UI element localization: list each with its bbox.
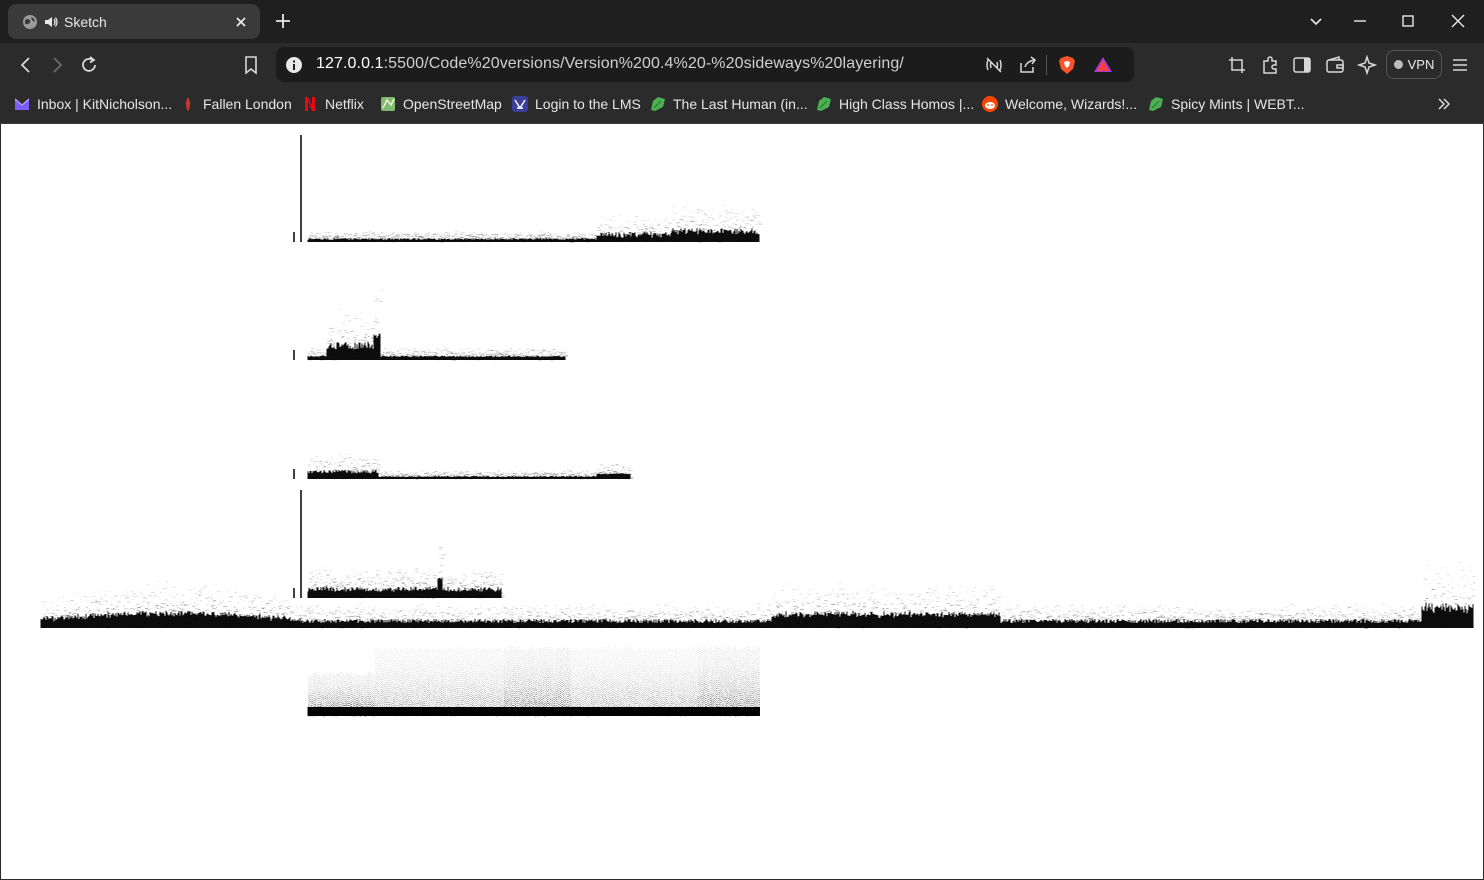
bookmark-label: The Last Human (in... xyxy=(673,96,808,112)
extensions-icon[interactable] xyxy=(1260,55,1280,75)
vpn-button[interactable]: VPN xyxy=(1386,50,1442,79)
leo-ai-icon[interactable] xyxy=(1357,55,1377,75)
bookmark-label: Spicy Mints | WEBT... xyxy=(1171,96,1305,112)
share-icon[interactable] xyxy=(1018,55,1038,75)
bookmark-the-last-human[interactable]: The Last Human (in... xyxy=(650,94,808,114)
chevron-double-right-icon[interactable] xyxy=(1436,96,1452,112)
vpn-label: VPN xyxy=(1408,57,1435,72)
bookmark-openstreetmap[interactable]: OpenStreetMap xyxy=(380,94,502,114)
leaf-icon xyxy=(817,97,831,111)
leaf-icon xyxy=(651,97,665,111)
reader-mode-icon[interactable] xyxy=(984,55,1004,75)
openstreetmap-icon xyxy=(381,97,395,111)
bookmark-label: Netflix xyxy=(325,96,364,112)
bookmark-label: Login to the LMS xyxy=(535,96,641,112)
bookmark-lms[interactable]: Login to the LMS xyxy=(512,94,641,114)
menu-icon[interactable] xyxy=(1450,55,1470,75)
bookmark-welcome-wizards[interactable]: Welcome, Wizards!... xyxy=(982,94,1137,114)
globe-icon xyxy=(23,14,37,29)
title-bar: Sketch xyxy=(0,0,1484,43)
screenshot-icon[interactable] xyxy=(1227,55,1247,75)
proton-mail-icon xyxy=(14,98,30,110)
tab-sketch[interactable]: Sketch xyxy=(8,4,260,39)
speaker-icon[interactable] xyxy=(44,15,58,29)
site-info-icon[interactable] xyxy=(285,56,303,74)
brave-rewards-icon[interactable] xyxy=(1093,55,1113,75)
minimize-icon[interactable] xyxy=(1351,12,1369,30)
forward-icon[interactable] xyxy=(47,55,67,75)
close-tab-icon[interactable] xyxy=(234,15,248,29)
bookmark-label: High Class Homos |... xyxy=(839,96,974,112)
bookmark-fallen-london[interactable]: Fallen London xyxy=(180,94,292,114)
bookmark-high-class-homos[interactable]: High Class Homos |... xyxy=(816,94,974,114)
new-tab-icon[interactable] xyxy=(274,12,292,30)
bookmark-label: OpenStreetMap xyxy=(403,96,502,112)
netflix-icon xyxy=(305,97,315,111)
url-host: 127.0.0.1 xyxy=(316,55,384,72)
sketch-canvas[interactable] xyxy=(1,124,1483,879)
bookmarks-bar: Inbox | KitNicholson... Fallen London Ne… xyxy=(0,86,1484,124)
tab-search-chevron-icon[interactable] xyxy=(1307,12,1325,30)
bookmark-label: Fallen London xyxy=(203,96,292,112)
address-bar[interactable]: 127.0.0.1:5500/Code%20versions/Version%2… xyxy=(276,47,1134,82)
bookmark-spicy-mints[interactable]: Spicy Mints | WEBT... xyxy=(1148,94,1305,114)
bookmark-label: Inbox | KitNicholson... xyxy=(37,96,172,112)
url-path: :5500/Code%20versions/Version%200.4%20-%… xyxy=(384,55,904,72)
spectrogram-drawing xyxy=(40,135,1477,717)
sidebar-icon[interactable] xyxy=(1292,55,1312,75)
bookmark-icon[interactable] xyxy=(241,55,261,75)
tab-title: Sketch xyxy=(64,14,234,30)
maximize-icon[interactable] xyxy=(1399,12,1417,30)
brave-shields-icon[interactable] xyxy=(1057,55,1077,75)
bookmark-label: Welcome, Wizards!... xyxy=(1005,96,1137,112)
bookmark-netflix[interactable]: Netflix xyxy=(302,94,364,114)
reload-icon[interactable] xyxy=(79,55,99,75)
toolbar: 127.0.0.1:5500/Code%20versions/Version%2… xyxy=(0,43,1484,86)
lms-icon xyxy=(512,96,528,112)
fallen-london-icon xyxy=(185,97,191,111)
url-text[interactable]: 127.0.0.1:5500/Code%20versions/Version%2… xyxy=(316,55,904,73)
back-icon[interactable] xyxy=(16,55,36,75)
leaf-icon xyxy=(1149,97,1163,111)
bookmark-inbox[interactable]: Inbox | KitNicholson... xyxy=(14,94,172,114)
reddit-icon xyxy=(982,96,998,112)
vpn-status-icon xyxy=(1393,60,1403,69)
wallet-icon[interactable] xyxy=(1325,55,1345,75)
close-window-icon[interactable] xyxy=(1449,12,1467,30)
